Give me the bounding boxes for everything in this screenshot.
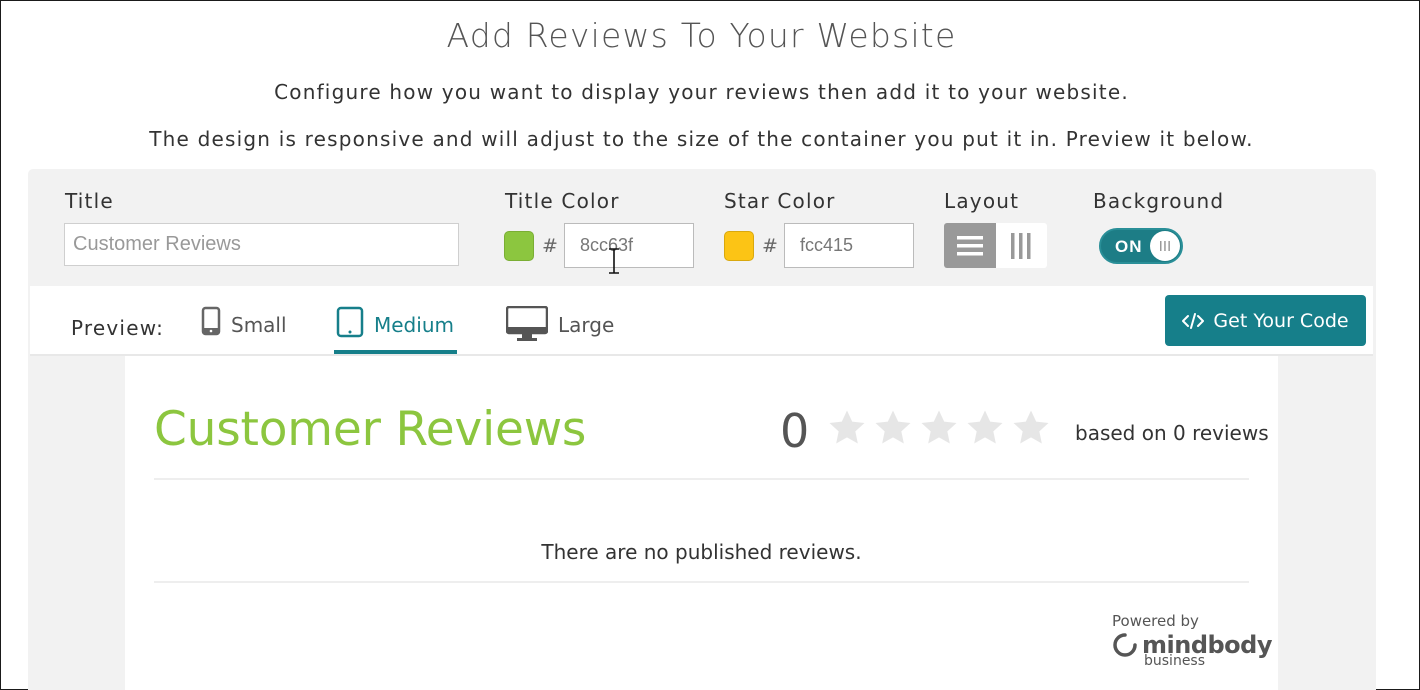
widget-divider-bottom [154, 581, 1249, 583]
title-color-input[interactable] [564, 223, 694, 268]
toggle-knob [1150, 231, 1180, 261]
title-color-label: Title Color [505, 189, 620, 213]
title-color-hash: # [542, 235, 558, 257]
background-toggle-label: ON [1115, 237, 1143, 256]
star-icon [829, 410, 865, 444]
desktop-icon [506, 306, 548, 341]
star-color-input[interactable] [784, 223, 914, 268]
text-cursor-icon [609, 248, 619, 274]
phone-icon [201, 306, 221, 336]
tab-large-label: Large [558, 313, 615, 337]
empty-reviews-message: There are no published reviews. [541, 540, 862, 564]
preview-label: Preview: [71, 316, 165, 340]
widget-title: Customer Reviews [154, 402, 587, 457]
star-color-swatch[interactable] [724, 231, 754, 261]
star-icon [967, 410, 1003, 444]
columns-icon [1011, 232, 1031, 259]
star-rating [827, 408, 1051, 448]
layout-label: Layout [944, 189, 1020, 213]
page-title: Add Reviews To Your Website [446, 16, 957, 55]
tab-small[interactable]: Small [201, 306, 287, 354]
powered-by-label: Powered by [1112, 612, 1199, 630]
star-color-hash: # [762, 235, 778, 257]
get-code-button[interactable]: Get Your Code [1165, 295, 1366, 346]
page-subtitle-responsive: The design is responsive and will adjust… [149, 127, 1254, 151]
code-icon [1182, 312, 1205, 329]
review-count: based on 0 reviews [1075, 421, 1269, 445]
layout-columns-option[interactable] [995, 223, 1047, 268]
star-icon [1013, 410, 1049, 444]
title-label: Title [65, 189, 114, 213]
grip-icon [1160, 241, 1170, 251]
background-label: Background [1093, 189, 1225, 213]
rating-value: 0 [780, 404, 810, 458]
list-icon [956, 235, 983, 255]
title-input[interactable] [64, 223, 459, 266]
star-icon [921, 410, 957, 444]
brand-sub: business [1144, 653, 1206, 669]
tablet-icon [336, 306, 364, 338]
mindbody-logo-icon [1113, 633, 1137, 657]
get-code-label: Get Your Code [1213, 309, 1349, 332]
page-subtitle-configure: Configure how you want to display your r… [274, 80, 1129, 104]
tab-medium[interactable]: Medium [336, 306, 454, 354]
layout-list-option[interactable] [944, 223, 996, 268]
tab-large[interactable]: Large [506, 306, 614, 354]
star-color-label: Star Color [724, 189, 836, 213]
background-toggle[interactable]: ON [1099, 228, 1183, 264]
tab-small-label: Small [231, 313, 287, 337]
tab-medium-label: Medium [374, 313, 454, 337]
layout-toggle [944, 223, 1047, 268]
title-color-swatch[interactable] [504, 231, 534, 261]
widget-divider-top [154, 478, 1249, 480]
star-icon [875, 410, 911, 444]
